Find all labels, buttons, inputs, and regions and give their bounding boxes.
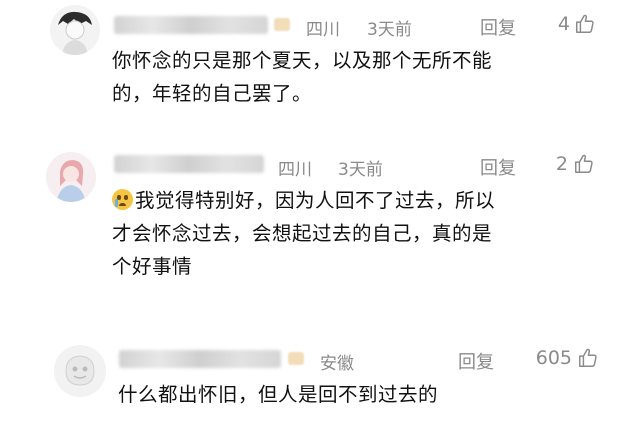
comment-text: 什么都出怀旧，但人是回不到过去的 bbox=[118, 378, 618, 411]
comment-text-line: 的，年轻的自己罢了。 bbox=[112, 82, 313, 105]
comment-text-line-content: 我觉得特别好，因为人回不了过去，所以 bbox=[135, 189, 496, 212]
username[interactable] bbox=[114, 155, 264, 173]
thumbs-up-icon[interactable] bbox=[574, 13, 596, 35]
comment-text: 你怀念的只是那个夏天，以及那个无所不能 的，年轻的自己罢了。 bbox=[112, 44, 612, 110]
comment-text-line: 才会怀念过去，会想起过去的自己，真的是 bbox=[112, 222, 493, 245]
comment-location: 四川 bbox=[306, 20, 340, 40]
comment-text-line: 什么都出怀旧，但人是回不到过去的 bbox=[118, 383, 439, 406]
comment-text-line: 个好事情 bbox=[112, 255, 193, 278]
reply-button[interactable]: 回复 bbox=[458, 348, 494, 374]
comment-location: 安徽 bbox=[320, 354, 354, 374]
user-badge bbox=[288, 352, 304, 365]
thumbs-up-icon[interactable] bbox=[573, 153, 595, 175]
comment-1: 四川 3天前 回复 4 你怀念的只是那个夏天，以及那个无所不能 的，年轻的自己罢… bbox=[0, 0, 640, 120]
avatar[interactable] bbox=[46, 152, 96, 202]
comment-text-line: 我觉得特别好，因为人回不了过去，所以 bbox=[112, 184, 612, 217]
thumbs-up-icon[interactable] bbox=[577, 347, 599, 369]
comment-text-line: 你怀念的只是那个夏天，以及那个无所不能 bbox=[112, 49, 493, 72]
avatar[interactable] bbox=[54, 345, 106, 397]
avatar[interactable] bbox=[50, 5, 100, 55]
username[interactable] bbox=[114, 16, 268, 34]
user-badge bbox=[274, 18, 290, 31]
like-count: 605 bbox=[535, 347, 572, 369]
comment-text: 我觉得特别好，因为人回不了过去，所以 才会怀念过去，会想起过去的自己，真的是 个… bbox=[112, 184, 612, 283]
crying-face-icon bbox=[112, 189, 133, 210]
comment-time: 3天前 bbox=[338, 160, 383, 180]
username[interactable] bbox=[119, 350, 281, 368]
reply-button[interactable]: 回复 bbox=[480, 154, 516, 180]
comment-time: 3天前 bbox=[367, 20, 412, 40]
comment-location: 四川 bbox=[278, 160, 312, 180]
like-count: 4 bbox=[557, 13, 570, 35]
like-count: 2 bbox=[555, 153, 568, 175]
reply-button[interactable]: 回复 bbox=[480, 14, 516, 40]
